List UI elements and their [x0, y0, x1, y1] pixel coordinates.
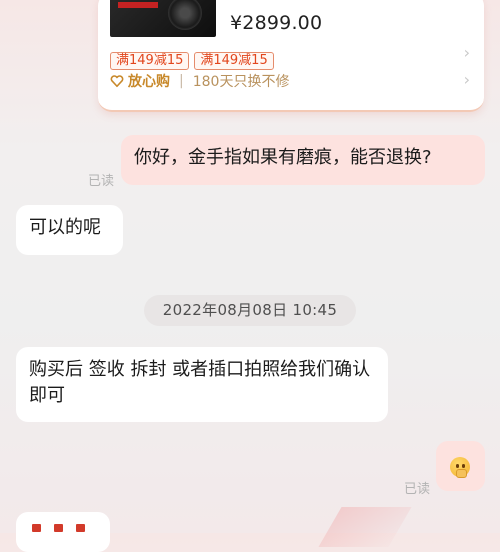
message-bubble-incoming[interactable]: 可以的呢: [16, 205, 123, 255]
emoji-eye: [462, 464, 465, 468]
emoji-hand: [456, 469, 467, 478]
message-bubble-outgoing[interactable]: 你好，金手指如果有磨痕，能否退换?: [121, 135, 485, 185]
read-status: 已读: [88, 174, 115, 189]
thinking-face-icon: [450, 457, 470, 478]
reaction-row: [32, 524, 85, 532]
product-card[interactable]: ¥2899.00 满149减15 满149减15 › 放心购 | 180天只换不…: [98, 0, 484, 112]
message-bubble-incoming[interactable]: 购买后 签收 拆封 或者插口拍照给我们确认即可: [16, 347, 388, 422]
read-status: 已读: [404, 482, 431, 497]
chevron-right-icon[interactable]: ›: [464, 70, 470, 89]
red-envelope-icon: [32, 524, 41, 532]
coupon-badge[interactable]: 满149减15: [110, 52, 190, 70]
product-price: ¥2899.00: [230, 12, 323, 34]
background-decoration: [318, 507, 412, 547]
coupon-badge[interactable]: 满149减15: [194, 52, 274, 70]
assurance-row[interactable]: 放心购 | 180天只换不修: [110, 71, 289, 91]
assurance-separator: |: [179, 73, 184, 89]
assurance-title: 放心购: [128, 74, 170, 90]
emoji-eye: [456, 464, 459, 468]
coupon-row: 满149减15 满149减15: [110, 52, 274, 70]
chevron-right-icon[interactable]: ›: [464, 43, 470, 62]
assurance-detail: 180天只换不修: [192, 74, 290, 90]
red-envelope-icon: [76, 524, 85, 532]
product-thumbnail[interactable]: [110, 0, 216, 37]
graphics-card-fan-icon: [168, 0, 202, 30]
message-bubble-incoming[interactable]: [16, 512, 110, 552]
red-envelope-icon: [54, 524, 63, 532]
thumbnail-label-strip: [118, 2, 158, 8]
timestamp-divider: 2022年08月08日 10:45: [144, 295, 356, 326]
heart-shield-icon: [110, 75, 124, 88]
